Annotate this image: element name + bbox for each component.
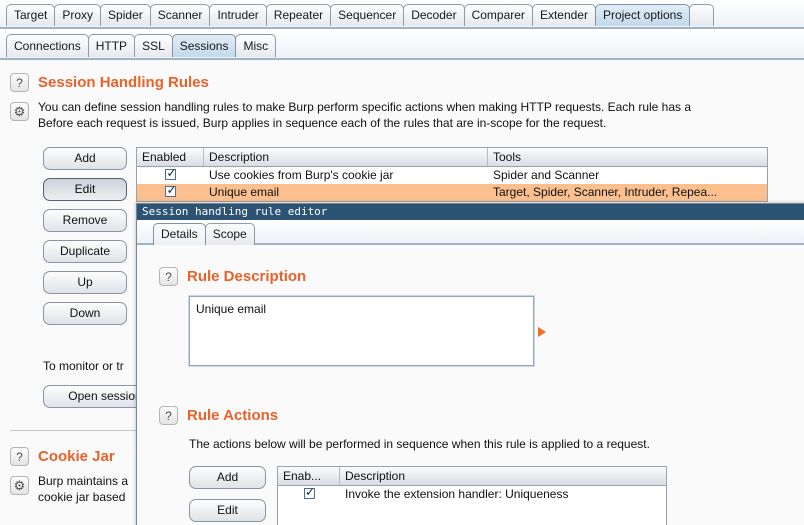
cookie-jar-description: ⚙ Burp maintains a cookie jar based	[10, 474, 129, 505]
question-icon[interactable]: ?	[10, 447, 29, 466]
table-row[interactable]: Invoke the extension handler: Uniqueness	[278, 486, 666, 503]
rule-actions-title: Rule Actions	[187, 407, 279, 424]
main-tab-target[interactable]: Target	[6, 4, 56, 26]
rules-remove-button[interactable]: Remove	[43, 209, 127, 232]
dialog-tab-bar: Details Scope	[137, 220, 804, 245]
rule-actions-description: The actions below will be performed in s…	[189, 437, 650, 451]
checkbox-checked-icon[interactable]	[165, 184, 177, 197]
expand-triangle-icon[interactable]	[538, 327, 546, 337]
session-rules-desc-line1: You can define session handling rules to…	[38, 100, 692, 114]
row-description: Invoke the extension handler: Uniqueness	[345, 487, 569, 501]
cookie-jar-desc-line1: Burp maintains a	[38, 474, 129, 488]
main-tab-decoder[interactable]: Decoder	[403, 4, 465, 26]
question-icon[interactable]: ?	[10, 73, 29, 92]
checkbox-checked-icon[interactable]	[165, 167, 177, 180]
rule-actions-header: ? Rule Actions	[159, 406, 278, 425]
cookie-jar-desc-line2: cookie jar based	[38, 490, 126, 504]
actions-add-button[interactable]: Add	[189, 466, 266, 489]
checkbox-checked-icon[interactable]	[303, 486, 316, 499]
main-tab-comparer[interactable]: Comparer	[463, 4, 533, 26]
main-tab-proxy[interactable]: Proxy	[54, 4, 102, 26]
main-tab-bar: Target Proxy Spider Scanner Intruder Repeater…	[0, 0, 804, 29]
rule-description-header: ? Rule Description	[159, 267, 306, 286]
column-header-enabled[interactable]: Enabled	[137, 148, 204, 166]
main-tab-extender[interactable]: Extender	[531, 4, 596, 26]
table-header-row: Enabled Description Tools	[137, 148, 767, 167]
row-enabled-checkbox[interactable]	[137, 184, 204, 201]
main-tab-repeater[interactable]: Repeater	[265, 4, 332, 26]
burp-suite-window: Target Proxy Spider Scanner Intruder Repeater…	[0, 0, 804, 525]
rules-add-button[interactable]: Add	[43, 147, 127, 170]
main-tab-overflow[interactable]	[689, 4, 715, 26]
section-divider	[10, 430, 138, 431]
monitor-session-text: To monitor or tr	[43, 359, 124, 373]
dialog-tab-details[interactable]: Details	[153, 223, 206, 245]
row-tools: Spider and Scanner	[493, 168, 600, 182]
gear-icon[interactable]: ⚙	[10, 102, 29, 121]
main-tab-sequencer[interactable]: Sequencer	[330, 4, 405, 26]
session-rules-table[interactable]: Enabled Description Tools Use cookies fr…	[136, 147, 768, 202]
rule-actions-table[interactable]: Enab... Description Invoke the extension…	[277, 466, 667, 525]
rules-down-button[interactable]: Down	[43, 302, 127, 325]
column-header-description[interactable]: Description	[204, 148, 488, 166]
sub-tab-sessions[interactable]: Sessions	[171, 34, 237, 57]
rules-duplicate-button[interactable]: Duplicate	[43, 240, 127, 263]
gear-icon[interactable]: ⚙	[10, 476, 29, 495]
sub-tab-http[interactable]: HTTP	[87, 34, 136, 57]
row-tools: Target, Spider, Scanner, Intruder, Repea…	[493, 185, 718, 199]
table-row[interactable]: Use cookies from Burp's cookie jar Spide…	[137, 167, 767, 184]
session-rules-description: ⚙ You can define session handling rules …	[10, 100, 692, 131]
sub-tab-misc[interactable]: Misc	[235, 34, 277, 57]
project-options-tab-bar: Connections HTTP SSL Sessions Misc	[0, 29, 804, 60]
dialog-tab-scope[interactable]: Scope	[204, 223, 255, 245]
table-header-row: Enab... Description	[278, 467, 666, 486]
row-enabled-checkbox[interactable]	[137, 167, 204, 184]
cookie-jar-title: Cookie Jar	[38, 448, 115, 465]
question-icon[interactable]: ?	[159, 267, 178, 286]
session-rules-desc-line2: Before each request is issued, Burp appl…	[38, 116, 607, 130]
main-tab-intruder[interactable]: Intruder	[209, 4, 267, 26]
column-header-tools[interactable]: Tools	[488, 148, 767, 166]
actions-edit-button[interactable]: Edit	[189, 499, 266, 522]
row-description: Use cookies from Burp's cookie jar	[209, 168, 394, 182]
rule-description-input[interactable]: Unique email	[188, 295, 535, 367]
rule-description-title: Rule Description	[187, 268, 307, 285]
column-header-description[interactable]: Description	[340, 467, 666, 485]
main-tab-spider[interactable]: Spider	[100, 4, 151, 26]
row-enabled-checkbox[interactable]	[278, 486, 340, 503]
session-rules-header: ? Session Handling Rules	[10, 73, 209, 92]
row-description: Unique email	[209, 185, 280, 199]
sub-tab-connections[interactable]: Connections	[6, 34, 89, 57]
dialog-title-bar[interactable]: Session handling rule editor	[137, 204, 804, 220]
main-tab-project-options[interactable]: Project options	[594, 4, 691, 26]
session-rules-title: Session Handling Rules	[38, 74, 209, 91]
main-tab-scanner[interactable]: Scanner	[149, 4, 211, 26]
question-icon[interactable]: ?	[159, 406, 178, 425]
rules-edit-button[interactable]: Edit	[43, 178, 127, 201]
sub-tab-ssl[interactable]: SSL	[134, 34, 173, 57]
session-handling-rule-editor-dialog: Session handling rule editor Details Scop…	[136, 203, 804, 525]
cookie-jar-header: ? Cookie Jar	[10, 447, 115, 466]
table-row[interactable]: Unique email Target, Spider, Scanner, In…	[137, 184, 767, 201]
rules-up-button[interactable]: Up	[43, 271, 127, 294]
column-header-enabled[interactable]: Enab...	[278, 467, 340, 485]
